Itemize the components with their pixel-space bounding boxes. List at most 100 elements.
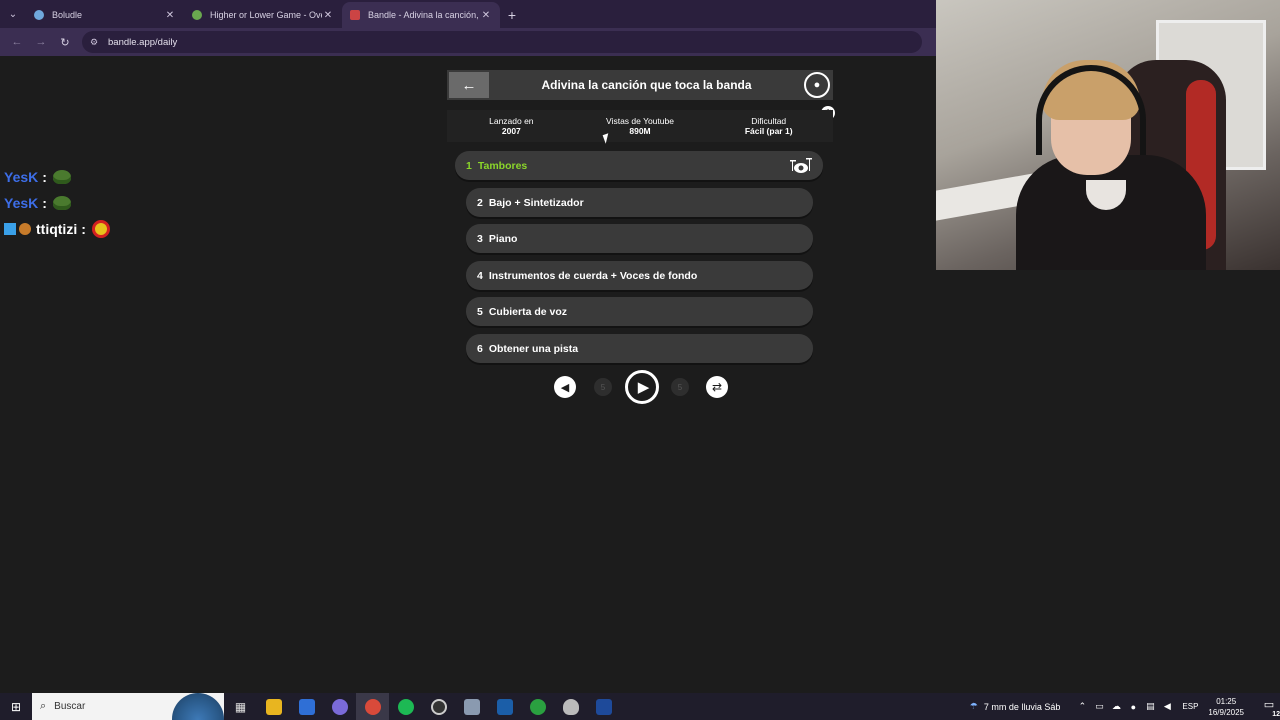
clue-number: 6 [477,342,483,355]
chat-message: YesK : [4,190,110,216]
clue-number: 1 [466,159,472,172]
spotify-icon[interactable] [389,693,422,720]
stat-value: Fácil (par 1) [744,126,793,136]
tab-close-icon[interactable]: ✕ [480,10,492,21]
song-stats: Lanzado en 2007 Vistas de Youtube 890M D… [447,110,833,142]
clue-row-drums[interactable]: 1 Tambores [455,151,823,180]
search-icon: ⌕ [40,700,47,712]
address-bar[interactable]: ⚙ bandle.app/daily [82,31,922,53]
chat-username: YesK [4,169,39,185]
weather-text: 7 mm de lluvia Sáb [983,701,1061,712]
url-text: bandle.app/daily [108,36,178,48]
tab-close-icon[interactable]: ✕ [164,10,176,21]
sub-badge-icon [19,223,31,235]
discord-chrome-icon[interactable] [323,693,356,720]
tab-search-menu-icon[interactable]: ⌄ [0,0,26,28]
clue-number: 2 [477,196,483,209]
clue-number: 4 [477,269,483,282]
game-header: ← Adivina la canción que toca la banda ● [447,70,833,100]
play-button[interactable]: ▶ [625,370,659,404]
tab-bandle[interactable]: Bandle - Adivina la canción, un ✕ [342,2,500,28]
search-placeholder: Buscar [54,701,86,712]
volume-icon[interactable]: ◀ [554,376,576,398]
clock[interactable]: 01:25 16/9/2025 [1208,696,1244,718]
obs-icon[interactable] [422,693,455,720]
clock-date: 16/9/2025 [1208,707,1244,717]
tab-title: Boludle [52,10,83,20]
task-view-icon[interactable]: ▦ [224,693,257,720]
rewind-5-button[interactable]: 5 [594,378,612,396]
network-icon[interactable]: ▤ [1142,701,1158,712]
page-title: Adivina la canción que toca la banda [541,78,752,92]
chat-message: ttiqtizi : [4,216,110,242]
chat-separator: : [81,221,86,237]
notification-icon[interactable]: ▭ 12 [1258,698,1280,718]
back-button[interactable]: ← [449,72,489,98]
xbox-icon[interactable] [521,693,554,720]
input-language[interactable]: ESP [1182,702,1198,711]
tray-cloud-icon[interactable]: ☁ [1108,701,1124,712]
face-emote-icon [91,220,110,238]
speaker-icon[interactable]: ◀ [1159,701,1175,712]
stat-label: Vistas de Youtube [606,116,674,126]
player-controls: ◀ 5 ▶ 5 ⇄ [552,370,732,404]
blue-app-icon[interactable] [587,693,620,720]
stream-chat: YesK : YesK : ttiqtizi : [4,164,110,242]
weather-widget[interactable]: ☂ 7 mm de lluvia Sáb [970,701,1061,712]
search-highlight-globe-icon [172,693,224,720]
stat-difficulty: Dificultad Fácil (par 1) [704,110,833,142]
tab-close-icon[interactable]: ✕ [322,10,334,21]
clue-row-piano[interactable]: 3 Piano [466,224,813,253]
clue-number: 3 [477,232,483,245]
webcam-feed [936,0,1280,270]
file-explorer-icon[interactable] [257,693,290,720]
chrome-icon[interactable] [356,693,389,720]
bandle-favicon-icon [350,10,360,20]
app-window-icon[interactable] [455,693,488,720]
chevron-up-icon[interactable]: ⌃ [1074,701,1090,712]
tab-boludle[interactable]: Boludle ✕ [26,2,184,28]
clue-row-get-hint[interactable]: 6 Obtener una pista [466,334,813,363]
browser-tab-strip: ⌄ Boludle ✕ Higher or Lower Game - Over … [0,0,936,28]
frog-emote-icon [52,196,71,210]
new-tab-button[interactable]: + [500,2,524,28]
overlay-background [936,270,1280,693]
back-arrow-icon: ← [461,76,477,94]
clue-number: 5 [477,305,483,318]
clue-row-strings-backing-vocals[interactable]: 4 Instrumentos de cuerda + Voces de fond… [466,261,813,290]
taskbar-search-box[interactable]: ⌕ Buscar [32,693,224,720]
back-arrow-icon[interactable]: ← [6,31,28,53]
forward-5-button[interactable]: 5 [671,378,689,396]
microphone-icon[interactable]: ● [1125,702,1141,712]
clock-time: 01:25 [1216,696,1237,706]
skip-shuffle-icon[interactable]: ⇄ [706,376,728,398]
stat-label: Dificultad [751,116,787,126]
taskbar: ⊞ ⌕ Buscar ▦ ☂ 7 mm de lluvia Sáb ⌃ ▭ ☁ … [0,693,1280,720]
steam-icon[interactable] [488,693,521,720]
forward-arrow-icon[interactable]: → [30,31,52,53]
clue-row-vocal-cover[interactable]: 5 Cubierta de voz [466,297,813,326]
rewind-label: 5 [600,382,606,392]
clue-label: Piano [488,232,518,245]
tab-higher-or-lower[interactable]: Higher or Lower Game - Over t ✕ [184,2,342,28]
play-icon: ▶ [637,379,650,396]
site-settings-icon[interactable]: ⚙ [90,37,102,48]
stat-value: 2007 [501,126,521,136]
clue-label: Tambores [477,159,528,172]
microsoft-store-icon[interactable] [290,693,323,720]
clue-row-bass-synth[interactable]: 2 Bajo + Sintetizador [466,188,813,217]
webcam-person-body [1016,155,1206,270]
tray-device-icon[interactable]: ▭ [1091,701,1107,712]
profile-button[interactable]: ● [804,72,830,98]
chat-separator: : [42,169,47,185]
higher-lower-favicon-icon [192,10,202,20]
reload-icon[interactable]: ↻ [54,31,76,53]
windows-start-icon[interactable]: ⊞ [0,693,32,720]
shield-app-icon[interactable] [554,693,587,720]
stat-release-year: Lanzado en 2007 [447,110,576,142]
stat-label: Lanzado en [489,116,534,126]
rain-icon: ☂ [969,701,978,711]
clue-label: Bajo + Sintetizador [488,196,584,209]
system-tray: ☂ 7 mm de lluvia Sáb ⌃ ▭ ☁ ● ▤ ◀ ESP 01:… [970,693,1280,720]
notification-count: 12 [1272,710,1280,718]
